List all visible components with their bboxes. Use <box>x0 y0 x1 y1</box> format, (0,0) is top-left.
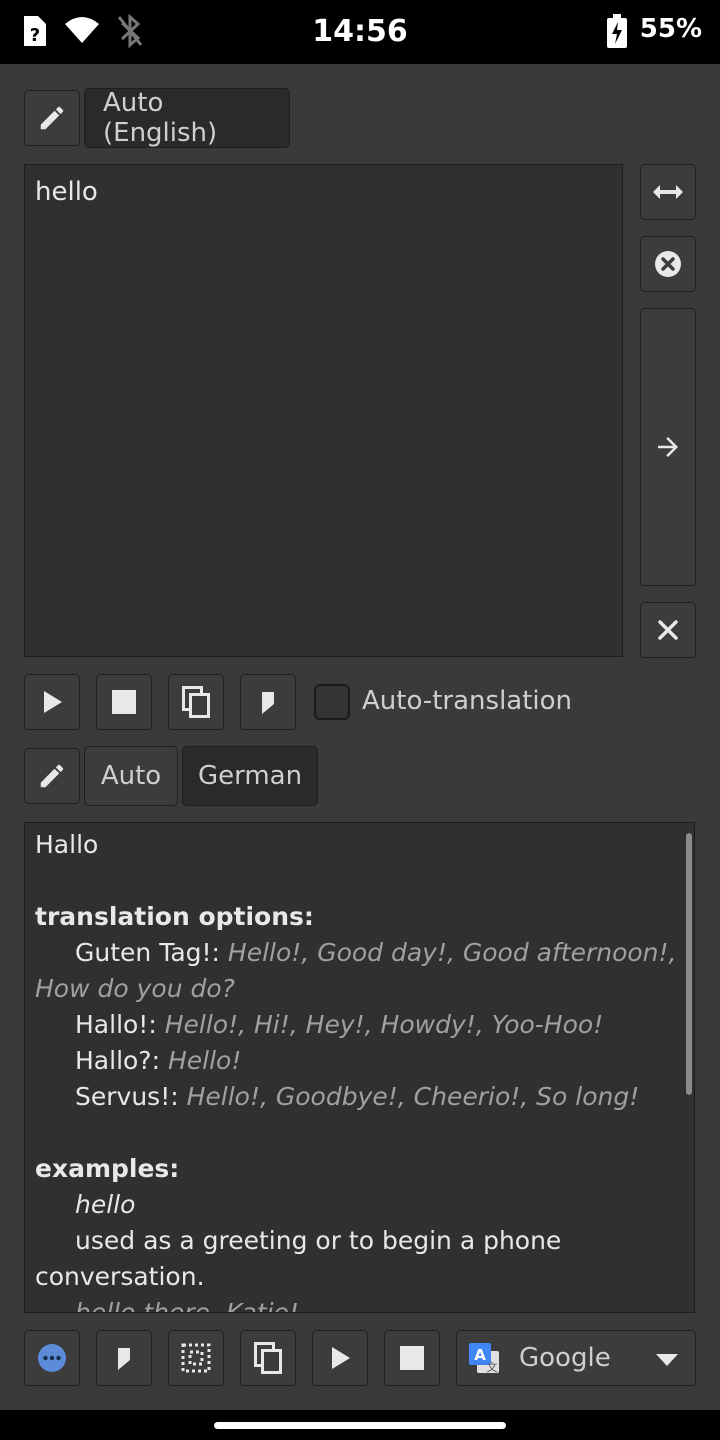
stop-icon <box>399 1345 425 1371</box>
option-alternatives: Hello!, Goodbye!, Cheerio!, So long! <box>187 1082 640 1111</box>
copy-icon <box>254 1342 282 1374</box>
option-term: Hallo?: <box>75 1046 160 1075</box>
google-translate-icon: A 文 <box>467 1341 501 1375</box>
copy-translation-button[interactable] <box>240 1330 296 1386</box>
option-term: Guten Tag!: <box>75 938 220 967</box>
more-options-button[interactable] <box>24 1330 80 1386</box>
option-term: Servus!: <box>75 1082 179 1111</box>
pencil-icon <box>37 103 67 133</box>
bookmark-icon <box>258 688 278 716</box>
translation-options-header: translation options: <box>35 899 684 935</box>
engine-selector[interactable]: A 文 Google <box>456 1330 696 1386</box>
option-alternatives: Hello!, Hi!, Hey!, Howdy!, Yoo-Hoo! <box>165 1010 604 1039</box>
auto-translation-checkbox[interactable] <box>314 684 350 720</box>
play-icon <box>327 1345 353 1371</box>
example-word: hello <box>35 1187 684 1223</box>
bookmark-icon <box>114 1344 134 1372</box>
stop-source-button[interactable] <box>96 674 152 730</box>
edit-target-language-button[interactable] <box>24 748 80 804</box>
copy-icon <box>182 686 210 718</box>
svg-text:文: 文 <box>487 1360 498 1374</box>
svg-text:A: A <box>474 1346 486 1364</box>
translation-option: Guten Tag!: Hello!, Good day!, Good afte… <box>35 935 684 1007</box>
play-source-button[interactable] <box>24 674 80 730</box>
battery-level: 55% <box>640 14 702 44</box>
auto-translation-label: Auto-translation <box>362 686 572 716</box>
home-gesture-handle[interactable] <box>214 1422 506 1429</box>
translation-output[interactable]: Hallo translation options: Guten Tag!: H… <box>24 822 695 1313</box>
play-translation-button[interactable] <box>312 1330 368 1386</box>
examples-header: examples: <box>35 1151 684 1187</box>
pencil-icon <box>37 761 67 791</box>
stop-translation-button[interactable] <box>384 1330 440 1386</box>
select-all-icon <box>181 1343 211 1373</box>
option-alternatives: Hello! <box>168 1046 241 1075</box>
battery-charging-icon <box>606 14 628 48</box>
translation-option: Servus!: Hello!, Goodbye!, Cheerio!, So … <box>35 1079 684 1115</box>
example-definition: used as a greeting or to begin a phone c… <box>35 1223 684 1295</box>
engine-name: Google <box>519 1343 611 1373</box>
play-icon <box>39 689 65 715</box>
example-sentence: hello there, Katie! <box>35 1295 684 1313</box>
copy-source-button[interactable] <box>168 674 224 730</box>
stop-icon <box>111 689 137 715</box>
bookmark-source-button[interactable] <box>240 674 296 730</box>
translation-option: Hallo?: Hello! <box>35 1043 684 1079</box>
swap-icon <box>651 182 685 202</box>
translate-button[interactable] <box>640 308 696 586</box>
source-text-input[interactable]: hello <box>24 164 623 657</box>
chevron-down-icon <box>655 1353 679 1367</box>
source-language-chip[interactable]: Auto (English) <box>84 88 290 148</box>
scrollbar[interactable] <box>686 833 692 1095</box>
more-icon <box>37 1343 67 1373</box>
target-language-auto-chip[interactable]: Auto <box>84 746 178 806</box>
select-all-button[interactable] <box>168 1330 224 1386</box>
translation-main: Hallo <box>35 827 684 863</box>
arrow-right-icon <box>653 432 683 462</box>
swap-languages-button[interactable] <box>640 164 696 220</box>
navigation-bar <box>0 1410 720 1440</box>
close-icon <box>657 619 679 641</box>
clear-circle-icon <box>653 249 683 279</box>
translation-option: Hallo!: Hello!, Hi!, Hey!, Howdy!, Yoo-H… <box>35 1007 684 1043</box>
target-language-german-chip[interactable]: German <box>182 746 318 806</box>
close-button[interactable] <box>640 602 696 658</box>
bookmark-translation-button[interactable] <box>96 1330 152 1386</box>
status-bar: ? 14:56 55% <box>0 0 720 64</box>
edit-source-language-button[interactable] <box>24 90 80 146</box>
clear-source-button[interactable] <box>640 236 696 292</box>
option-term: Hallo!: <box>75 1010 157 1039</box>
